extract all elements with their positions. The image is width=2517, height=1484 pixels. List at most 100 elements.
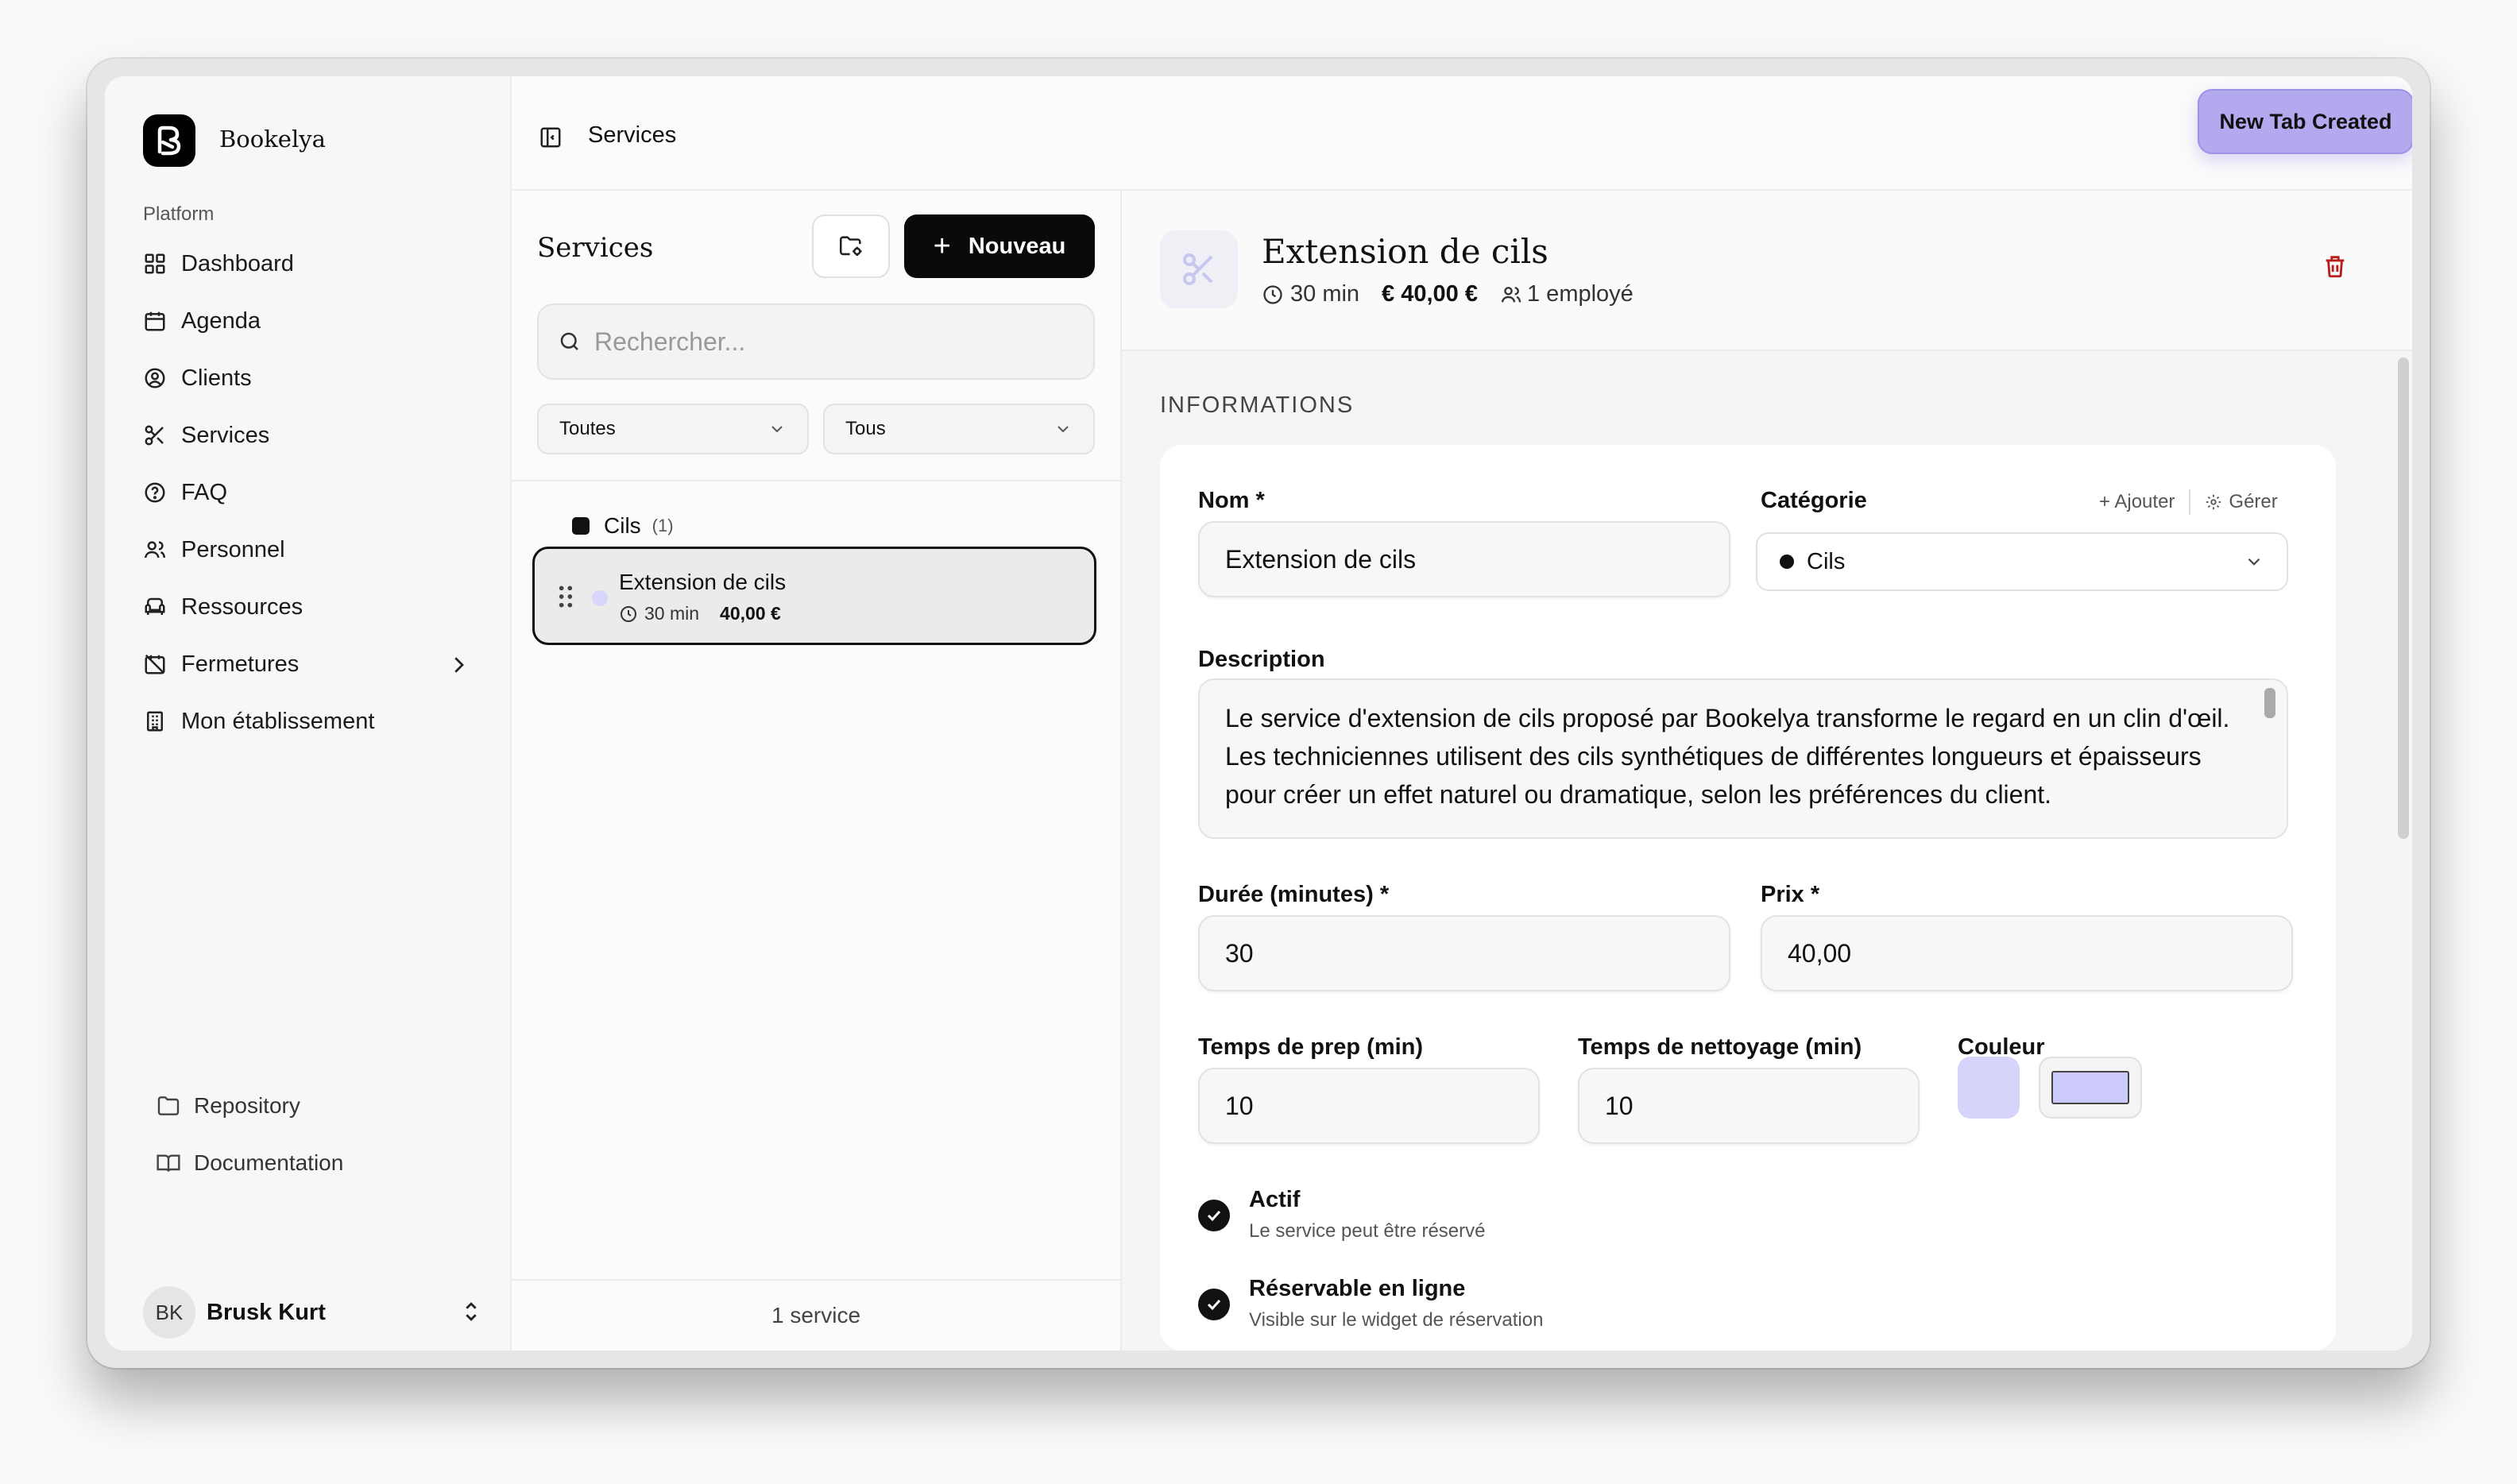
summary-duration: 30 min: [1290, 281, 1360, 307]
category-actions: + Ajouter Gérer: [2099, 489, 2278, 515]
textarea-scrollbar[interactable]: [2264, 688, 2275, 718]
informations-form: Nom * Extension de cils Catégorie + Ajou…: [1160, 445, 2336, 1351]
chevron-down-icon: [771, 426, 783, 433]
main-content: Services New Tab Created Services + Nouv…: [510, 76, 2412, 1351]
prep-time-field[interactable]: 10: [1198, 1068, 1540, 1144]
toast-notification[interactable]: New Tab Created: [2198, 89, 2412, 154]
add-category-link[interactable]: + Ajouter: [2099, 491, 2175, 513]
sidebar-item-dashboard[interactable]: Dashboard: [143, 235, 485, 292]
sidebar-item-label: Agenda: [181, 307, 261, 334]
cleanup-time-field[interactable]: 10: [1578, 1068, 1920, 1144]
scissors-icon: [145, 425, 164, 446]
service-item-duration: 30 min: [644, 603, 700, 624]
sidebar-item-label: Services: [181, 422, 270, 448]
category-select-value-wrap: Cils: [1780, 549, 1845, 575]
service-item-meta: 30 min 40,00 €: [619, 603, 781, 624]
app-window: Bookelya Platform Dashboard Agenda Clien…: [87, 59, 2430, 1368]
grid-icon: [145, 253, 165, 274]
search-icon: [560, 332, 578, 350]
name-field[interactable]: Extension de cils: [1198, 521, 1730, 597]
bookelya-logo[interactable]: [143, 114, 195, 167]
sidebar-item-label: FAQ: [181, 479, 228, 505]
users-icon: [1501, 286, 1521, 303]
chevron-right-icon[interactable]: [447, 653, 470, 677]
list-divider: [512, 480, 1120, 481]
service-item-price: 40,00 €: [720, 603, 781, 624]
check-icon: [1207, 1299, 1221, 1311]
user-name: Brusk Kurt: [207, 1299, 326, 1325]
plus-icon: +: [933, 230, 951, 263]
summary-employees: 1 employé: [1527, 281, 1634, 307]
search-box[interactable]: [537, 303, 1095, 380]
status-filter-select[interactable]: Tous: [823, 404, 1095, 454]
description-label: Description: [1198, 647, 1325, 672]
service-summary: 30 min € 40,00 € 1 employé: [1262, 281, 1634, 307]
sidebar-toggle-icon[interactable]: [539, 126, 563, 149]
drag-handle-icon[interactable]: [557, 584, 574, 609]
online-booking-subtitle: Visible sur le widget de réservation: [1249, 1309, 1544, 1331]
repository-link[interactable]: Repository: [156, 1082, 300, 1130]
detail-scrollbar[interactable]: [2398, 357, 2409, 839]
new-service-button[interactable]: + Nouveau: [904, 214, 1095, 278]
avatar: BK: [143, 1286, 195, 1339]
active-toggle[interactable]: [1198, 1200, 1230, 1231]
list-title: Services: [537, 232, 654, 264]
building-icon: [147, 711, 163, 732]
sidebar-item-personnel[interactable]: Personnel: [143, 521, 485, 578]
section-heading: INFORMATIONS: [1160, 392, 1355, 418]
sidebar-item-label: Ressources: [181, 593, 304, 620]
services-list-pane: Services + Nouveau Toutes Tous: [512, 191, 1122, 1351]
service-color-dot: [592, 590, 608, 606]
summary-price: € 40,00 €: [1382, 281, 1478, 307]
sidebar-item-ressources[interactable]: Ressources: [143, 578, 485, 636]
user-menu[interactable]: BK Brusk Kurt: [143, 1284, 485, 1341]
service-item-name: Extension de cils: [619, 570, 787, 594]
sidebar-item-mon-etablissement[interactable]: Mon établissement: [143, 693, 485, 750]
sidebar-item-clients[interactable]: Clients: [143, 350, 485, 407]
sidebar-item-services[interactable]: Services: [143, 407, 485, 464]
category-filter-select[interactable]: Toutes: [537, 404, 809, 454]
nav-section-label: Platform: [143, 203, 215, 225]
user-circle-icon: [145, 368, 165, 388]
search-input[interactable]: [594, 327, 1071, 357]
category-group-name: Cils: [604, 513, 641, 538]
description-textarea[interactable]: Le service d'extension de cils proposé p…: [1198, 678, 2288, 839]
online-booking-toggle[interactable]: [1198, 1289, 1230, 1320]
scissors-icon: [1183, 253, 1213, 285]
folder-settings-icon: [839, 236, 862, 257]
app-frame: Bookelya Platform Dashboard Agenda Clien…: [105, 76, 2412, 1351]
price-field[interactable]: 40,00: [1761, 915, 2293, 991]
category-select[interactable]: Cils: [1756, 532, 2288, 591]
prep-time-label: Temps de prep (min): [1198, 1034, 1424, 1060]
documentation-link[interactable]: Documentation: [156, 1139, 343, 1187]
service-icon-tile: [1160, 230, 1238, 308]
category-group-header[interactable]: Cils (1): [572, 513, 674, 539]
trash-icon[interactable]: [2322, 253, 2349, 280]
color-picker[interactable]: [2039, 1057, 2142, 1119]
gear-icon: [2206, 494, 2221, 510]
duration-field[interactable]: 30: [1198, 915, 1730, 991]
brand-name: Bookelya: [219, 126, 326, 153]
service-list-item[interactable]: Extension de cils 30 min 40,00 €: [532, 547, 1096, 645]
category-select-value: Cils: [1807, 548, 1846, 574]
service-detail-pane: Extension de cils 30 min € 40,00 € 1 emp…: [1122, 191, 2412, 1351]
manage-category-link[interactable]: Gérer: [2229, 491, 2277, 513]
name-label: Nom *: [1198, 488, 1265, 513]
color-swatch[interactable]: [1958, 1057, 2020, 1119]
sidebar-item-faq[interactable]: FAQ: [143, 464, 485, 521]
calendar-icon: [145, 311, 165, 331]
sidebar-item-fermetures[interactable]: Fermetures: [143, 636, 485, 693]
check-icon: [1207, 1210, 1221, 1222]
sidebar-item-label: Clients: [181, 365, 252, 391]
chevrons-up-down-icon: [466, 1302, 477, 1321]
chevron-down-icon: [2248, 558, 2260, 566]
page-title: Services: [588, 122, 677, 148]
sidebar-item-label: Fermetures: [181, 651, 300, 677]
detail-header: Extension de cils 30 min € 40,00 € 1 emp…: [1122, 191, 2412, 351]
sidebar-item-label: Dashboard: [181, 250, 294, 276]
users-icon: [144, 541, 166, 558]
manage-categories-button[interactable]: [812, 214, 890, 278]
sidebar-item-agenda[interactable]: Agenda: [143, 292, 485, 350]
new-service-label: Nouveau: [968, 233, 1066, 259]
price-label: Prix *: [1761, 882, 1820, 907]
